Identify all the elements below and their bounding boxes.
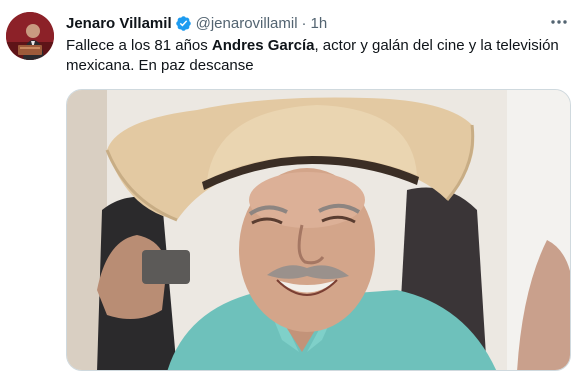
timestamp[interactable]: 1h xyxy=(311,15,328,32)
avatar-photo xyxy=(6,12,54,60)
tweet-photo[interactable] xyxy=(66,89,571,371)
tweet[interactable]: Jenaro Villamil @jenarovillamil · 1h Fal… xyxy=(0,0,586,379)
author-handle[interactable]: @jenarovillamil xyxy=(196,15,298,32)
tweet-text-part1: Fallece a los 81 años xyxy=(66,37,212,54)
avatar[interactable] xyxy=(6,12,54,60)
tweet-text: Fallece a los 81 años Andres García, act… xyxy=(66,36,571,76)
photo-illustration xyxy=(67,90,570,370)
author-name[interactable]: Jenaro Villamil xyxy=(66,15,172,32)
tweet-header: Jenaro Villamil @jenarovillamil · 1h xyxy=(66,13,327,33)
separator-dot: · xyxy=(301,14,307,32)
more-dots-icon[interactable] xyxy=(548,12,570,32)
verified-badge-icon xyxy=(175,15,192,32)
tweet-text-bold: Andres García xyxy=(211,37,315,54)
